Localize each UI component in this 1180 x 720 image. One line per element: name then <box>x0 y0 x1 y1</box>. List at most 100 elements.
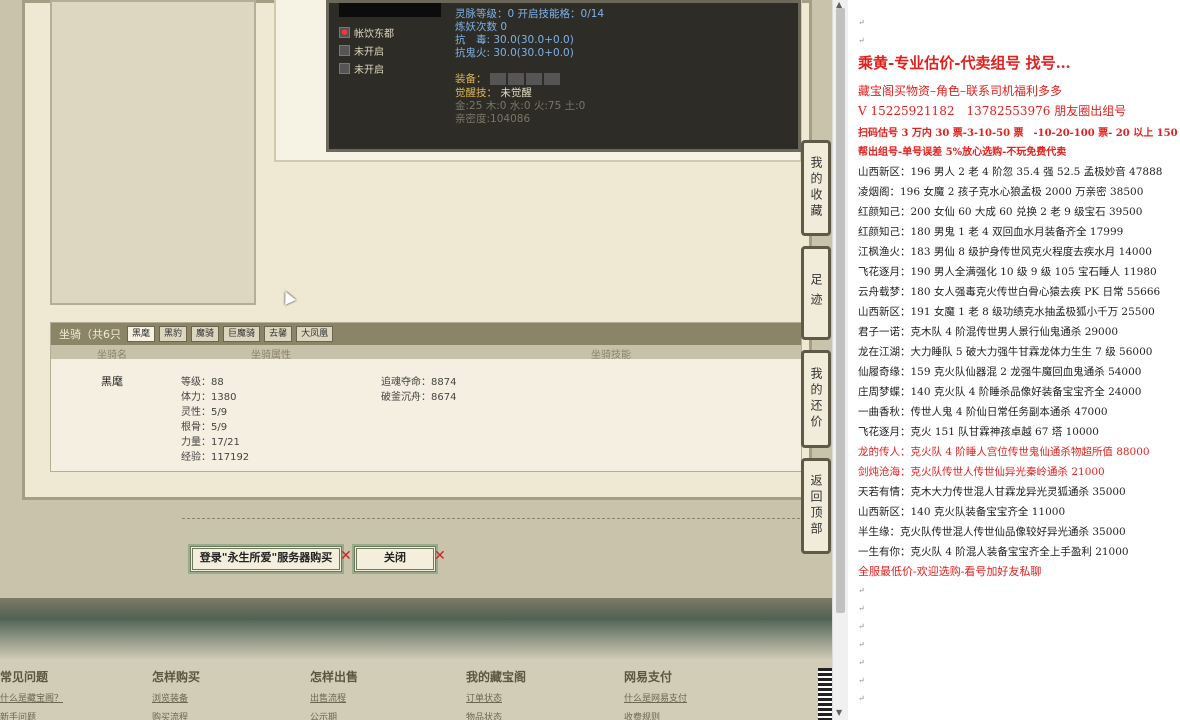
listing-line: 江枫渔火：183 男仙 8 级护身传世风克火程度去疾水月 14000 <box>858 246 1152 258</box>
close-button[interactable]: 关闭 <box>354 546 436 572</box>
col-mount-name: 坐骑名 <box>97 350 127 361</box>
col-mount-skill: 坐骑技能 <box>591 350 631 361</box>
login-buy-button[interactable]: 登录"永生所爱"服务器购买 <box>190 546 342 572</box>
return-mark: ↵ <box>858 18 865 27</box>
notes-line: 帮出组号-单号误差 5%放心选购-不玩免费代卖 <box>858 147 1067 158</box>
mount-skill: 追魂夺命：8874 <box>381 377 457 388</box>
footer-col-pay: 网易支付 什么是网易支付 收费规则 <box>624 668 687 720</box>
footer-col-my: 我的藏宝阁 订单状态 物品状态 <box>466 668 526 720</box>
scroll-thumb[interactable] <box>836 8 845 613</box>
side-button-label: 我的收藏 <box>809 156 823 220</box>
footer-col-buy: 怎样购买 浏览装备 购买流程 <box>152 668 200 720</box>
return-mark: ↵ <box>858 658 865 667</box>
skill-name: 未开启 <box>354 65 384 76</box>
footer-link[interactable]: 什么是网易支付 <box>624 691 687 704</box>
footer-link[interactable]: 新手问题 <box>0 710 63 720</box>
listing-line: 龙在江湖：大力睡队 5 破大力强牛甘霖龙体力生生 7 级 56000 <box>858 346 1153 358</box>
close-x-icon: ✕ <box>340 548 352 564</box>
game-trading-page: ● 帐饮东都 未开启 未开启 灵脉等级：0 开启技能格：0/14 炼妖次数 0 … <box>0 0 832 720</box>
listing-line: 红颜知己：180 男鬼 1 老 4 双回血水月装备齐全 17999 <box>858 226 1124 238</box>
qr-code-icon[interactable] <box>818 668 832 720</box>
listing-line: 山西新区：140 克火队装备宝宝齐全 11000 <box>858 506 1066 518</box>
role-left-box <box>50 0 256 305</box>
listing-line: 山西新区：191 女魔 1 老 8 级功绩克水抽孟极狐小千万 25500 <box>858 306 1155 318</box>
listing-line: 天若有情：克木大力传世混人甘霖龙异光灵狐通杀 35000 <box>858 486 1126 498</box>
footer-link[interactable]: 出售流程 <box>310 691 358 704</box>
mount-section: 坐骑（共6只 黑麾 黑豹 魔骑 巨魔骑 去馨 大凤凰 坐骑名 坐骑属性 坐骑技能… <box>50 322 802 472</box>
my-favorites-button[interactable]: 我的收藏 <box>801 140 831 236</box>
skill-slot[interactable]: 未开启 <box>339 61 384 76</box>
listing-line: 凌烟阁：196 女魔 2 孩子克水心狼孟极 2000 万亲密 38500 <box>858 186 1144 198</box>
mount-tab[interactable]: 黑麾 <box>127 326 156 342</box>
return-mark: ↵ <box>858 586 865 595</box>
footer-heading: 怎样出售 <box>310 670 359 684</box>
mount-skill: 破釜沉舟：8674 <box>381 392 457 403</box>
mount-tab[interactable]: 去馨 <box>264 326 293 342</box>
notes-line: V 15225921182 13782553976 朋友圈出组号 <box>858 104 1127 118</box>
footer-col-faq: 常见问题 什么是藏宝阁？ 新手问题 <box>0 668 63 720</box>
return-mark: ↵ <box>858 36 865 45</box>
footer-link[interactable]: 收费规则 <box>624 710 687 720</box>
listing-line: 飞花逐月：克火 151 队甘霖神孩卓越 67 塔 10000 <box>858 426 1099 438</box>
listing-line: 一生有你：克火队 4 阶混人装备宝宝齐全上手盈利 21000 <box>858 546 1129 558</box>
listing-line: 飞花逐月：190 男人全满强化 10 级 9 级 105 宝石睡人 11980 <box>858 266 1157 278</box>
listing-line: 庄周梦蝶：140 克火队 4 阶睡杀品像好装备宝宝齐全 24000 <box>858 386 1142 398</box>
return-mark: ↵ <box>858 694 865 703</box>
footer-link[interactable]: 什么是藏宝阁？ <box>0 691 63 704</box>
mount-attr: 体力：1380 <box>181 392 237 403</box>
equip-slots[interactable] <box>489 73 562 85</box>
listing-line: 一曲香秋：传世人鬼 4 阶仙日常任务副本通杀 47000 <box>858 406 1108 418</box>
back-to-top-button[interactable]: 返回顶部 <box>801 458 831 554</box>
skill-slot[interactable]: 未开启 <box>339 43 384 58</box>
return-mark: ↵ <box>858 622 865 631</box>
mount-tab[interactable]: 黑豹 <box>159 326 188 342</box>
mount-tab[interactable]: 魔骑 <box>191 326 220 342</box>
portrait-strip <box>339 3 441 17</box>
locked-skill-icon <box>339 63 350 74</box>
mount-name: 黑麾 <box>101 375 123 388</box>
equip-row: 装备： <box>455 71 562 86</box>
listing-line: 剑炖沧海：克火队传世人传世仙异光秦岭通杀 21000 <box>858 466 1105 478</box>
footer-mountains <box>0 620 832 660</box>
footer-link[interactable]: 购买流程 <box>152 710 200 720</box>
mount-tab[interactable]: 大凤凰 <box>296 326 334 342</box>
mount-attr: 等级：88 <box>181 377 224 388</box>
role-stats-panel: ● 帐饮东都 未开启 未开启 灵脉等级：0 开启技能格：0/14 炼妖次数 0 … <box>326 0 801 152</box>
notes-title: 乘黄-专业估价-代卖组号 找号… <box>858 54 1071 72</box>
footer-link[interactable]: 物品状态 <box>466 710 526 720</box>
listing-line: 红颜知己：200 女仙 60 大成 60 兑换 2 老 9 级宝石 39500 <box>858 206 1143 218</box>
my-counteroffer-button[interactable]: 我的还价 <box>801 350 831 448</box>
mount-attr: 力量：17/21 <box>181 437 240 448</box>
mount-attr: 经验：117192 <box>181 452 250 463</box>
mount-tabs-bar: 坐骑（共6只 黑麾 黑豹 魔骑 巨魔骑 去馨 大凤凰 <box>51 323 801 345</box>
notes-line: 藏宝阁买物资–角色–联系司机福利多多 <box>858 84 1063 98</box>
mount-attr: 灵性：5/9 <box>181 407 228 418</box>
footer-heading: 网易支付 <box>624 670 673 684</box>
mount-count-title: 坐骑（共6只 <box>59 328 121 341</box>
listing-line: 龙的传人：克火队 4 阶睡人宫位传世鬼仙通杀物超所值 88000 <box>858 446 1150 458</box>
mount-tab[interactable]: 巨魔骑 <box>223 326 261 342</box>
site-footer <box>0 598 832 720</box>
listing-line: 云舟载梦：180 女人强毒克火传世白骨心猿去疾 PK 日常 55666 <box>858 286 1161 298</box>
skill-name: 未开启 <box>354 47 384 58</box>
divider <box>182 518 800 519</box>
vertical-scrollbar[interactable]: ▲ ▼ <box>832 0 848 720</box>
notes-line: 扫码估号 3 万内 30 票-3-10-50 票 -10-20-100 票- 2… <box>858 128 1178 139</box>
footer-band <box>0 598 832 620</box>
listing-line: 仙履奇缘：159 克火队仙器混 2 龙强牛魔回血鬼通杀 54000 <box>858 366 1142 378</box>
side-button-label: 返回顶部 <box>809 474 823 538</box>
listing-line: 山西新区：196 男人 2 老 4 阶忽 35.4 强 52.5 孟极妙音 47… <box>858 166 1163 178</box>
footer-link[interactable]: 订单状态 <box>466 691 526 704</box>
equip-label: 装备： <box>455 73 487 85</box>
notes-document: ↵ ↵ 乘黄-专业估价-代卖组号 找号… 藏宝阁买物资–角色–联系司机福利多多 … <box>848 0 1180 720</box>
footprint-button[interactable]: 足迹 <box>801 246 831 340</box>
footer-link[interactable]: 浏览装备 <box>152 691 200 704</box>
listing-line: 君子一诺：克木队 4 阶混传世男人景行仙鬼通杀 29000 <box>858 326 1119 338</box>
ghostfire-resist: 抗鬼火: 30.0(30.0+0.0) <box>455 47 574 59</box>
close-x-icon: ✕ <box>434 548 446 564</box>
skill-slot[interactable]: ● 帐饮东都 <box>339 25 394 40</box>
side-button-label: 我的还价 <box>809 367 823 431</box>
scroll-down-icon[interactable]: ▼ <box>836 708 842 717</box>
footer-link[interactable]: 公示期 <box>310 710 358 720</box>
skill-name: 帐饮东都 <box>354 29 394 40</box>
